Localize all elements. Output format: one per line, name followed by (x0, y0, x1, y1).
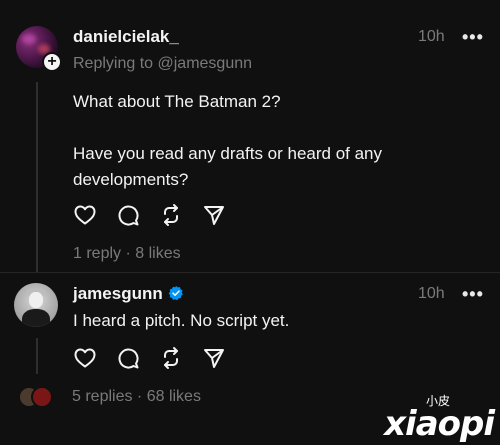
more-icon[interactable]: ••• (462, 27, 484, 48)
username-jamesgunn[interactable]: jamesgunn (73, 284, 184, 304)
watermark-big-text: xiaopi (384, 404, 495, 444)
post-time: 10h (418, 28, 445, 45)
replier-avatar (31, 386, 53, 408)
more-icon[interactable]: ••• (462, 284, 484, 305)
verified-icon (168, 286, 183, 301)
comment-icon[interactable] (115, 202, 141, 228)
heart-icon[interactable] (72, 345, 98, 371)
thread-line (36, 82, 38, 272)
heart-icon[interactable] (72, 202, 98, 228)
avatar-jamesgunn[interactable] (14, 283, 58, 327)
repost-icon[interactable] (158, 202, 184, 228)
post-text-line: Have you read any drafts or heard of any (73, 144, 383, 163)
watermark-logo: 小皮 xiaopi (384, 395, 495, 444)
replying-to-label[interactable]: Replying to @jamesgunn (73, 55, 252, 73)
thread-line (36, 338, 38, 374)
username-danielcielak[interactable]: danielcielak_ (73, 27, 179, 47)
share-icon[interactable] (201, 345, 227, 371)
post-text: I heard a pitch. No script yet. (73, 311, 290, 330)
follow-plus-icon[interactable]: + (42, 52, 62, 72)
post-text-line: developments? (73, 170, 189, 189)
post-time: 10h (418, 285, 445, 302)
post-stats[interactable]: 1 reply · 8 likes (73, 245, 181, 263)
divider (0, 272, 500, 273)
comment-icon[interactable] (115, 345, 141, 371)
username-text[interactable]: jamesgunn (73, 284, 163, 303)
share-icon[interactable] (201, 202, 227, 228)
post-text-line: What about The Batman 2? (73, 92, 281, 111)
repost-icon[interactable] (158, 345, 184, 371)
post-stats[interactable]: 5 replies · 68 likes (72, 388, 201, 406)
